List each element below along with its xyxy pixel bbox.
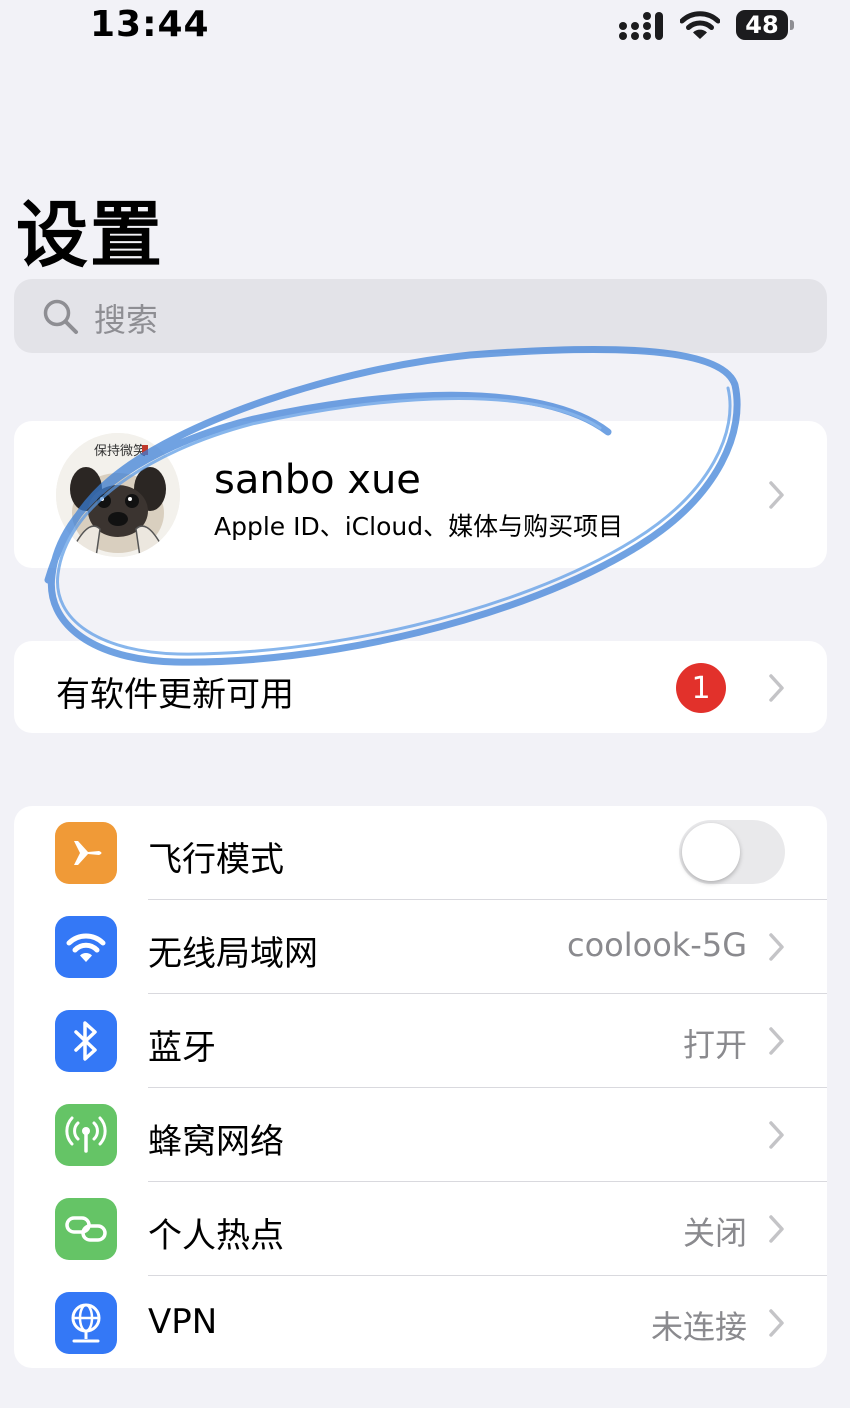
settings-row-label: 无线局域网 bbox=[148, 934, 318, 974]
battery-icon: 48 bbox=[736, 10, 794, 40]
antenna-icon bbox=[55, 1104, 117, 1166]
avatar-caption: 保持微笑 bbox=[94, 443, 146, 459]
chevron-right-icon bbox=[769, 1027, 784, 1055]
settings-row-label: 蓝牙 bbox=[148, 1028, 216, 1068]
search-input[interactable]: 搜索 bbox=[14, 279, 827, 353]
settings-row-value: 关闭 bbox=[682, 1214, 747, 1252]
airplane-mode-toggle[interactable] bbox=[679, 820, 785, 884]
chevron-right-icon bbox=[769, 481, 784, 509]
chevron-right-icon bbox=[769, 1309, 784, 1337]
software-update-label: 有软件更新可用 bbox=[56, 675, 294, 715]
profile-subtitle: Apple ID、iCloud、媒体与购买项目 bbox=[214, 512, 624, 541]
settings-row-airplane-mode[interactable]: 飞行模式 bbox=[14, 806, 827, 900]
settings-row-wifi[interactable]: 无线局域网 coolook-5G bbox=[14, 900, 827, 994]
bluetooth-icon bbox=[55, 1010, 117, 1072]
search-placeholder: 搜索 bbox=[94, 301, 159, 339]
hotspot-link-icon bbox=[55, 1198, 117, 1260]
profile-name: sanbo xue bbox=[214, 457, 421, 503]
apple-id-profile-row[interactable]: 保持微笑 sanbo xue Apple ID、iCloud、媒体与购买项目 bbox=[14, 421, 827, 568]
status-bar: 13:44 48 bbox=[0, 0, 850, 52]
cellular-signal-icon bbox=[619, 12, 663, 40]
settings-row-value: 未连接 bbox=[650, 1308, 747, 1346]
wifi-icon bbox=[55, 916, 117, 978]
toggle-knob bbox=[682, 823, 740, 881]
settings-row-cellular[interactable]: 蜂窝网络 bbox=[14, 1088, 827, 1182]
settings-row-label: VPN bbox=[148, 1302, 218, 1342]
settings-row-value: 打开 bbox=[682, 1026, 747, 1064]
settings-row-label: 蜂窝网络 bbox=[148, 1122, 284, 1162]
airplane-icon bbox=[55, 822, 117, 884]
chevron-right-icon bbox=[769, 1121, 784, 1149]
settings-screen: 13:44 48 设置 搜索 保持微笑 sanbo xue Apple ID、i… bbox=[0, 0, 850, 1408]
chevron-right-icon bbox=[769, 933, 784, 961]
page-title: 设置 bbox=[16, 193, 165, 277]
settings-row-label: 个人热点 bbox=[148, 1216, 284, 1256]
battery-level: 48 bbox=[736, 10, 788, 40]
settings-row-personal-hotspot[interactable]: 个人热点 关闭 bbox=[14, 1182, 827, 1276]
avatar: 保持微笑 bbox=[56, 433, 180, 557]
vpn-globe-icon bbox=[55, 1292, 117, 1354]
settings-row-vpn[interactable]: VPN 未连接 bbox=[14, 1276, 827, 1370]
search-icon bbox=[43, 299, 78, 334]
settings-row-bluetooth[interactable]: 蓝牙 打开 bbox=[14, 994, 827, 1088]
software-update-row[interactable]: 有软件更新可用 1 bbox=[14, 641, 827, 733]
connectivity-settings-group: 飞行模式 无线局域网 coolook-5G 蓝牙 打开 蜂窝网络 个人热点 关闭… bbox=[14, 806, 827, 1368]
wifi-icon bbox=[680, 11, 720, 39]
settings-row-label: 飞行模式 bbox=[148, 840, 284, 880]
update-badge: 1 bbox=[676, 663, 726, 713]
status-time: 13:44 bbox=[90, 4, 210, 45]
settings-row-value: coolook-5G bbox=[566, 926, 747, 964]
chevron-right-icon bbox=[769, 1215, 784, 1243]
status-icons: 48 bbox=[618, 8, 794, 42]
chevron-right-icon bbox=[769, 674, 784, 702]
pug-avatar-image: 保持微笑 bbox=[56, 433, 180, 557]
